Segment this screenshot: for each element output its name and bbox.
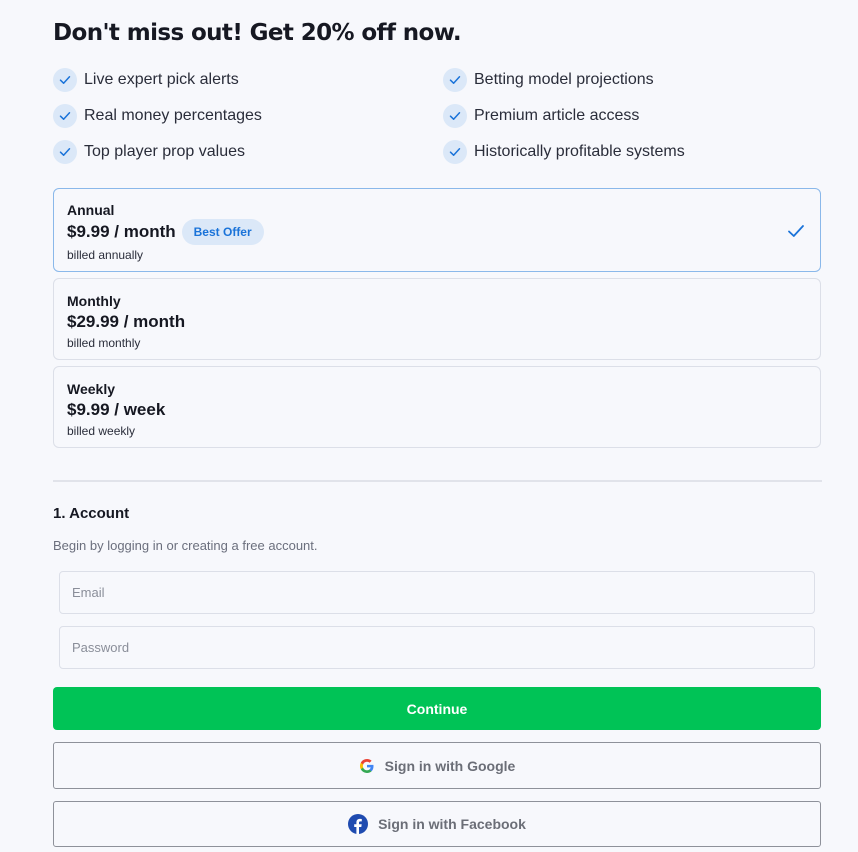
- plan-name: Monthly: [67, 293, 121, 309]
- plan-billing: billed weekly: [67, 424, 136, 438]
- plan-price: $9.99 / month: [67, 222, 176, 241]
- feature-label: Betting model projections: [474, 71, 654, 88]
- google-sign-in-label: Sign in with Google: [384, 757, 516, 774]
- divider: [53, 480, 822, 482]
- account-section-title: 1. Account: [53, 505, 130, 522]
- facebook-sign-in-button[interactable]: Sign in with Facebook: [53, 801, 821, 847]
- continue-button[interactable]: Continue: [53, 687, 821, 730]
- check-icon: [443, 68, 467, 92]
- check-icon: [53, 140, 77, 164]
- plan-option-monthly[interactable]: Monthly $29.99 / month billed monthly: [53, 278, 821, 360]
- google-sign-in-button[interactable]: Sign in with Google: [53, 742, 821, 789]
- plan-billing: billed monthly: [67, 336, 141, 350]
- plan-name: Annual: [67, 202, 115, 218]
- feature-item: Real money percentages: [53, 104, 262, 128]
- feature-label: Top player prop values: [84, 143, 245, 160]
- feature-item: Top player prop values: [53, 140, 245, 164]
- feature-label: Real money percentages: [84, 107, 262, 124]
- check-icon: [443, 104, 467, 128]
- check-icon: [53, 68, 77, 92]
- plan-option-annual[interactable]: Annual $9.99 / month Best Offer billed a…: [53, 188, 821, 272]
- plan-option-weekly[interactable]: Weekly $9.99 / week billed weekly: [53, 366, 821, 448]
- check-icon: [53, 104, 77, 128]
- selected-check-icon: [786, 221, 806, 246]
- feature-item: Premium article access: [443, 104, 639, 128]
- feature-label: Premium article access: [474, 107, 640, 124]
- page-title: Don't miss out! Get 20% off now.: [53, 20, 462, 46]
- plan-name: Weekly: [67, 381, 115, 397]
- plan-billing: billed annually: [67, 248, 144, 262]
- account-section-subtitle: Begin by logging in or creating a free a…: [53, 538, 318, 553]
- plan-price: $9.99 / week: [67, 400, 166, 419]
- feature-item: Historically profitable systems: [443, 140, 685, 164]
- feature-item: Betting model projections: [443, 68, 654, 92]
- check-icon: [443, 140, 467, 164]
- facebook-sign-in-label: Sign in with Facebook: [378, 816, 526, 832]
- feature-label: Live expert pick alerts: [84, 71, 239, 88]
- feature-label: Historically profitable systems: [474, 143, 685, 160]
- feature-item: Live expert pick alerts: [53, 68, 239, 92]
- plan-price: $29.99 / month: [67, 312, 186, 331]
- google-icon: [359, 758, 375, 774]
- facebook-icon: [348, 814, 369, 834]
- password-field[interactable]: [59, 626, 815, 669]
- email-field[interactable]: [59, 571, 815, 614]
- best-offer-badge: Best Offer: [181, 219, 264, 245]
